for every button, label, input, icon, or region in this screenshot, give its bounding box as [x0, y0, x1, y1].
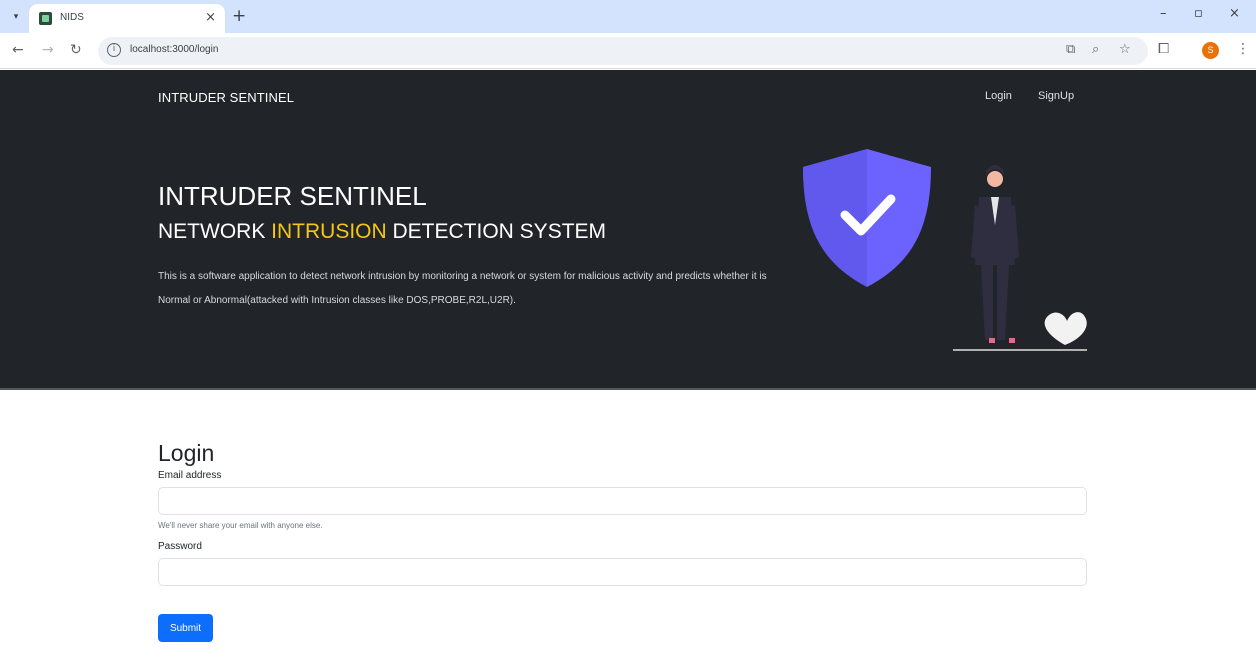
address-bar[interactable]: i localhost:3000/login ⧉ ⌕ ☆	[98, 37, 1148, 65]
nav-signup-link[interactable]: SignUp	[1038, 90, 1074, 102]
profile-avatar[interactable]: S	[1202, 42, 1219, 59]
tab-search-icon[interactable]: ▾	[6, 7, 26, 27]
browser-tabstrip: ▾ NIDS × + – ▫ ×	[0, 0, 1256, 33]
hero-subtitle: NETWORK INTRUSION DETECTION SYSTEM	[158, 220, 606, 244]
login-title: Login	[158, 440, 215, 466]
back-icon[interactable]: ←	[12, 42, 24, 58]
nav-login-link[interactable]: Login	[985, 90, 1012, 102]
hero-description: This is a software application to detect…	[158, 271, 767, 306]
email-label: Email address	[158, 470, 222, 481]
close-window-icon[interactable]: ×	[1229, 6, 1240, 21]
browser-toolbar: ← → ↻ i localhost:3000/login ⧉ ⌕ ☆	[0, 33, 1256, 69]
hero-section: INTRUDER SENTINEL Login SignUp INTRUDER …	[0, 70, 1256, 390]
cast-icon[interactable]: ⧉	[1066, 42, 1075, 57]
password-label: Password	[158, 541, 202, 552]
new-tab-icon[interactable]: +	[232, 6, 246, 26]
site-info-icon[interactable]: i	[107, 43, 121, 57]
email-field[interactable]	[158, 487, 1087, 515]
login-form: Login Email address We'll never share yo…	[158, 440, 1088, 586]
browser-menu-icon[interactable]: ⋮	[1236, 41, 1250, 57]
address-url[interactable]: localhost:3000/login	[130, 44, 218, 55]
email-help-text: We'll never share your email with anyone…	[158, 521, 323, 530]
subtitle-part-2: DETECTION SYSTEM	[386, 220, 607, 243]
security-illustration	[803, 149, 1087, 351]
extensions-icon[interactable]: ⧠	[1158, 41, 1169, 57]
restore-icon[interactable]: ▫	[1194, 6, 1203, 21]
minimize-icon[interactable]: –	[1160, 6, 1167, 21]
person-figure-icon	[971, 165, 1019, 343]
password-field[interactable]	[158, 558, 1087, 586]
hero-title: INTRUDER SENTINEL	[158, 181, 427, 211]
navbar-brand[interactable]: INTRUDER SENTINEL	[158, 90, 294, 105]
shield-check-icon	[803, 149, 931, 287]
favicon-icon	[39, 12, 52, 25]
submit-button[interactable]: Submit	[158, 614, 213, 642]
bookmark-star-icon[interactable]: ☆	[1119, 42, 1131, 57]
subtitle-part-1: NETWORK	[158, 220, 272, 243]
tab-title: NIDS	[60, 12, 84, 23]
zoom-icon[interactable]: ⌕	[1092, 42, 1099, 57]
forward-icon[interactable]: →	[42, 42, 54, 58]
reload-icon[interactable]: ↻	[70, 42, 82, 58]
tab-close-icon[interactable]: ×	[205, 10, 216, 25]
heart-icon	[1044, 312, 1087, 345]
subtitle-highlight: INTRUSION	[271, 220, 387, 243]
browser-tab[interactable]: NIDS ×	[29, 4, 225, 33]
